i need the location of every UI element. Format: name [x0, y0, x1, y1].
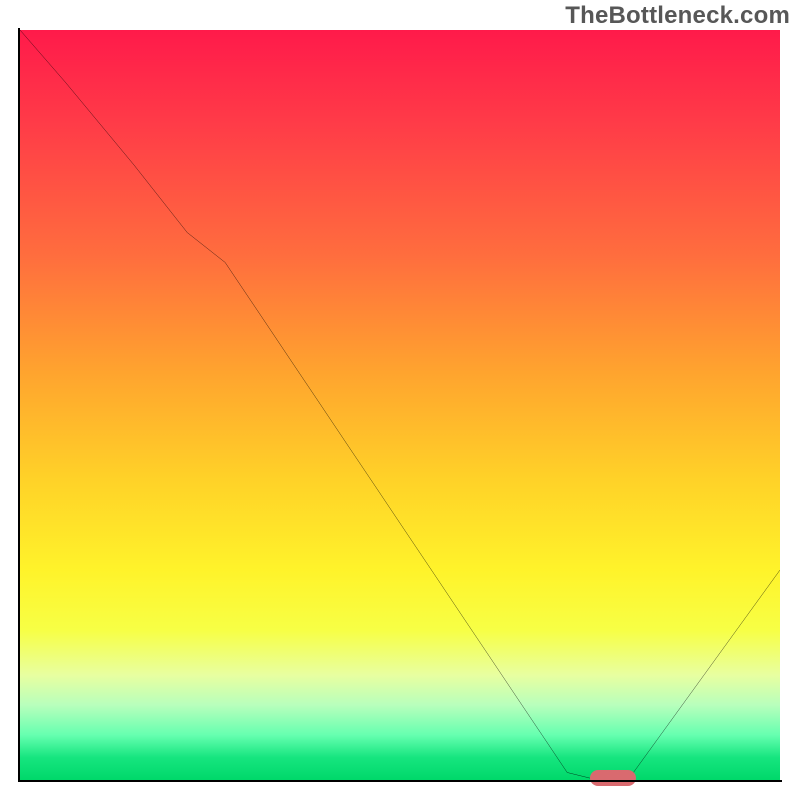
y-axis	[18, 28, 20, 782]
x-axis	[18, 780, 782, 782]
optimum-marker	[590, 770, 636, 786]
curve-path	[20, 30, 780, 780]
bottleneck-curve	[20, 30, 780, 780]
chart-container: TheBottleneck.com	[0, 0, 800, 800]
watermark-text: TheBottleneck.com	[565, 2, 790, 30]
